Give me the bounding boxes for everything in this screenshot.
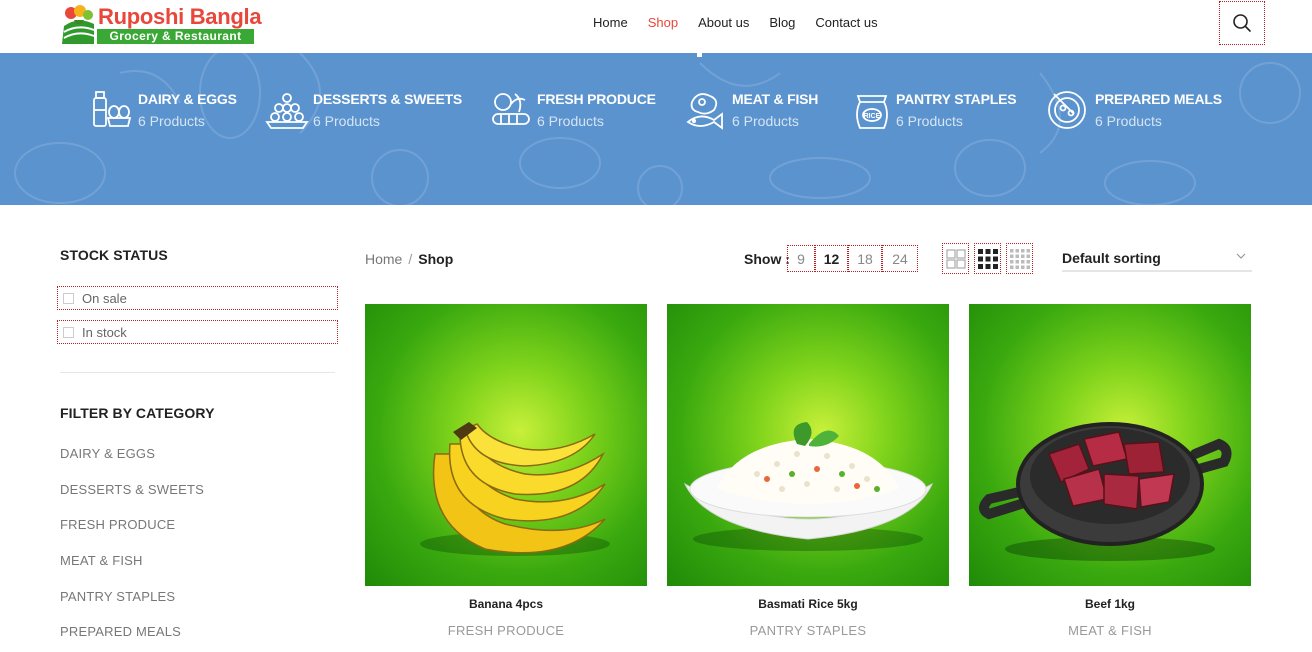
grid-4-icon <box>1009 248 1030 269</box>
product-card-beef[interactable]: Beef 1kg MEAT & FISH <box>969 304 1251 644</box>
breadcrumb: Home / Shop <box>365 251 453 267</box>
brand-title: Ruposhi Bangla <box>98 4 262 29</box>
product-name[interactable]: Banana 4pcs <box>365 597 647 611</box>
in-stock-checkbox[interactable] <box>63 327 74 338</box>
filter-category-fresh-produce[interactable]: FRESH PRODUCE <box>60 517 175 532</box>
breadcrumb-separator: / <box>408 251 413 267</box>
in-stock-label: In stock <box>82 325 127 340</box>
per-page-12[interactable]: 12 <box>815 245 848 272</box>
svg-text:RICE: RICE <box>864 113 881 120</box>
banner-category-desserts-sweets[interactable]: DESSERTS & SWEETS 6 Products <box>265 88 465 132</box>
banner-category-count: 6 Products <box>313 113 380 129</box>
search-button[interactable] <box>1219 1 1265 45</box>
product-name[interactable]: Basmati Rice 5kg <box>667 597 949 611</box>
nav-blog[interactable]: Blog <box>769 15 795 30</box>
category-banner: DAIRY & EGGS 6 Products DESSERTS & SWEET… <box>0 53 1312 205</box>
grid-3-columns-button[interactable] <box>974 243 1001 274</box>
site-header: Ruposhi Bangla Grocery & Restaurant Home… <box>0 0 1312 53</box>
product-image[interactable] <box>667 304 949 586</box>
vegetables-icon <box>492 93 530 125</box>
banner-category-dairy-eggs[interactable]: DAIRY & EGGS 6 Products <box>90 88 240 132</box>
logo-mark-icon <box>62 5 95 44</box>
product-card-banana[interactable]: Banana 4pcs FRESH PRODUCE <box>365 304 647 644</box>
banner-category-name: PREPARED MEALS <box>1095 91 1222 107</box>
banner-category-name: PANTRY STAPLES <box>896 91 1017 107</box>
filter-category-dairy-eggs[interactable]: DAIRY & EGGS <box>60 446 155 461</box>
banner-category-count: 6 Products <box>896 113 963 129</box>
filter-category-desserts-sweets[interactable]: DESSERTS & SWEETS <box>60 482 204 497</box>
filter-in-stock[interactable]: In stock <box>57 320 338 344</box>
filter-category-heading: FILTER BY CATEGORY <box>60 405 215 421</box>
nav-contact-us[interactable]: Contact us <box>815 15 877 30</box>
meal-bowl-icon <box>1048 91 1086 129</box>
site-logo[interactable]: Ruposhi Bangla Grocery & Restaurant <box>60 2 262 46</box>
nav-home[interactable]: Home <box>593 15 628 30</box>
chevron-down-icon <box>1236 253 1246 259</box>
sort-selected-value: Default sorting <box>1062 250 1161 266</box>
product-category[interactable]: MEAT & FISH <box>969 623 1251 638</box>
banner-category-name: MEAT & FISH <box>732 91 819 107</box>
rice-bag-icon: RICE <box>856 95 888 129</box>
on-sale-checkbox[interactable] <box>63 293 74 304</box>
product-name[interactable]: Beef 1kg <box>969 597 1251 611</box>
banner-category-count: 6 Products <box>537 113 604 129</box>
search-icon <box>1233 14 1251 32</box>
nav-about-us[interactable]: About us <box>698 15 749 30</box>
banner-category-name: DESSERTS & SWEETS <box>313 91 463 107</box>
banner-category-prepared-meals[interactable]: PREPARED MEALS 6 Products <box>1046 88 1226 132</box>
product-image[interactable] <box>969 304 1251 586</box>
banner-category-name: FRESH PRODUCE <box>537 91 656 107</box>
banner-category-pantry-staples[interactable]: RICE PANTRY STAPLES 6 Products <box>850 88 1025 132</box>
main-nav: Home Shop About us Blog Contact us <box>593 15 898 30</box>
sweets-plate-icon <box>265 93 309 129</box>
filter-on-sale[interactable]: On sale <box>57 286 338 310</box>
grid-3-icon <box>977 248 998 269</box>
banner-category-meat-fish[interactable]: MEAT & FISH 6 Products <box>684 88 824 132</box>
rice-plate-image <box>683 422 934 551</box>
banner-category-count: 6 Products <box>732 113 799 129</box>
filter-category-meat-fish[interactable]: MEAT & FISH <box>60 553 143 568</box>
per-page-24[interactable]: 24 <box>882 245 918 272</box>
grid-4-columns-button[interactable] <box>1006 243 1033 274</box>
per-page-value: 24 <box>892 250 908 267</box>
per-page-label: Show : <box>744 251 790 267</box>
per-page-value: 9 <box>797 250 805 267</box>
product-image[interactable] <box>365 304 647 586</box>
per-page-18[interactable]: 18 <box>848 245 882 272</box>
product-category[interactable]: FRESH PRODUCE <box>365 623 647 638</box>
banner-category-fresh-produce[interactable]: FRESH PRODUCE 6 Products <box>489 88 659 132</box>
breadcrumb-home[interactable]: Home <box>365 251 402 267</box>
grid-2-icon <box>945 248 966 269</box>
per-page-value: 12 <box>823 250 840 267</box>
banner-category-count: 6 Products <box>138 113 205 129</box>
sort-select[interactable]: Default sorting <box>1062 248 1252 272</box>
per-page-value: 18 <box>857 250 873 267</box>
stock-status-heading: STOCK STATUS <box>60 247 168 263</box>
meat-fish-icon <box>686 93 723 130</box>
filter-category-prepared-meals[interactable]: PREPARED MEALS <box>60 624 181 639</box>
banana-image <box>420 422 610 556</box>
grid-2-columns-button[interactable] <box>942 243 969 274</box>
breadcrumb-current: Shop <box>418 251 454 267</box>
product-category[interactable]: PANTRY STAPLES <box>667 623 949 638</box>
on-sale-label: On sale <box>82 291 127 306</box>
nav-shop[interactable]: Shop <box>648 15 678 30</box>
filter-category-pantry-staples[interactable]: PANTRY STAPLES <box>60 589 175 604</box>
banner-category-count: 6 Products <box>1095 113 1162 129</box>
beef-pan-image <box>979 422 1232 561</box>
brand-tagline: Grocery & Restaurant <box>97 29 254 44</box>
milk-eggs-icon <box>93 91 132 127</box>
per-page-9[interactable]: 9 <box>787 245 815 272</box>
banner-category-name: DAIRY & EGGS <box>138 91 237 107</box>
product-card-basmati-rice[interactable]: Basmati Rice 5kg PANTRY STAPLES <box>667 304 949 644</box>
sidebar-divider <box>60 372 335 373</box>
